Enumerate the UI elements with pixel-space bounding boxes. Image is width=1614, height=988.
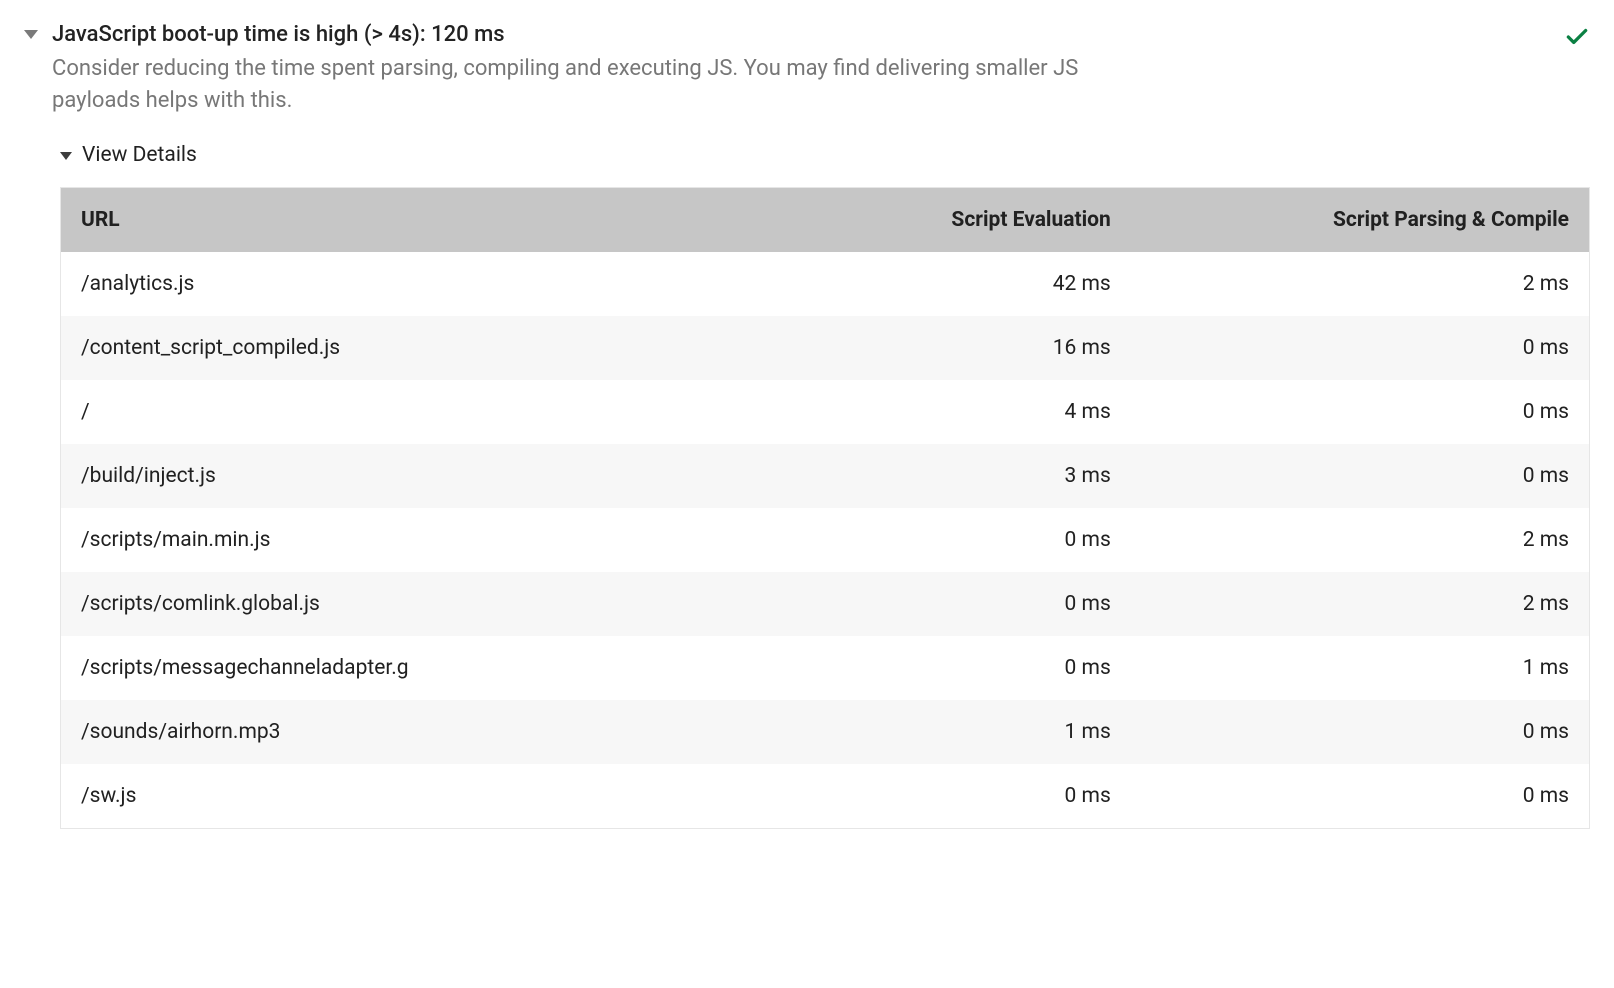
column-header-url: URL: [61, 187, 734, 252]
chevron-down-icon: [60, 152, 72, 160]
cell-eval: 0 ms: [733, 636, 1131, 700]
table-row: /scripts/comlink.global.js0 ms2 ms: [61, 572, 1590, 636]
column-header-eval: Script Evaluation: [733, 187, 1131, 252]
cell-url: /scripts/messagechanneladapter.g: [61, 636, 734, 700]
cell-url: /content_script_compiled.js: [61, 316, 734, 380]
audit-header-left: JavaScript boot-up time is high (> 4s): …: [24, 20, 1544, 117]
cell-url: /: [61, 380, 734, 444]
cell-eval: 1 ms: [733, 700, 1131, 764]
cell-parse: 0 ms: [1131, 700, 1590, 764]
details-section: View Details URL Script Evaluation Scrip…: [60, 143, 1590, 829]
table-row: /analytics.js42 ms2 ms: [61, 252, 1590, 316]
audit-text-block: JavaScript boot-up time is high (> 4s): …: [52, 20, 1112, 117]
view-details-toggle[interactable]: View Details: [60, 143, 1590, 167]
script-timing-table: URL Script Evaluation Script Parsing & C…: [60, 187, 1590, 829]
cell-eval: 0 ms: [733, 764, 1131, 829]
view-details-label: View Details: [82, 143, 197, 167]
audit-description: Consider reducing the time spent parsing…: [52, 53, 1112, 117]
audit-toggle-icon[interactable]: [24, 30, 38, 39]
table-row: /4 ms0 ms: [61, 380, 1590, 444]
audit-title: JavaScript boot-up time is high (> 4s): …: [52, 20, 1112, 51]
cell-eval: 42 ms: [733, 252, 1131, 316]
cell-eval: 0 ms: [733, 572, 1131, 636]
column-header-parse: Script Parsing & Compile: [1131, 187, 1590, 252]
table-row: /scripts/main.min.js0 ms2 ms: [61, 508, 1590, 572]
table-row: /scripts/messagechanneladapter.g0 ms1 ms: [61, 636, 1590, 700]
cell-parse: 2 ms: [1131, 252, 1590, 316]
cell-url: /sounds/airhorn.mp3: [61, 700, 734, 764]
cell-eval: 0 ms: [733, 508, 1131, 572]
table-row: /sw.js0 ms0 ms: [61, 764, 1590, 829]
table-header-row: URL Script Evaluation Script Parsing & C…: [61, 187, 1590, 252]
cell-url: /sw.js: [61, 764, 734, 829]
cell-url: /build/inject.js: [61, 444, 734, 508]
cell-url: /analytics.js: [61, 252, 734, 316]
cell-eval: 16 ms: [733, 316, 1131, 380]
cell-url: /scripts/main.min.js: [61, 508, 734, 572]
cell-url: /scripts/comlink.global.js: [61, 572, 734, 636]
cell-parse: 2 ms: [1131, 572, 1590, 636]
cell-parse: 2 ms: [1131, 508, 1590, 572]
cell-eval: 4 ms: [733, 380, 1131, 444]
audit-header-row: JavaScript boot-up time is high (> 4s): …: [24, 20, 1590, 117]
table-row: /sounds/airhorn.mp31 ms0 ms: [61, 700, 1590, 764]
cell-parse: 0 ms: [1131, 764, 1590, 829]
table-row: /build/inject.js3 ms0 ms: [61, 444, 1590, 508]
cell-parse: 0 ms: [1131, 316, 1590, 380]
cell-parse: 1 ms: [1131, 636, 1590, 700]
cell-parse: 0 ms: [1131, 380, 1590, 444]
cell-eval: 3 ms: [733, 444, 1131, 508]
table-row: /content_script_compiled.js16 ms0 ms: [61, 316, 1590, 380]
check-icon: [1564, 24, 1590, 55]
cell-parse: 0 ms: [1131, 444, 1590, 508]
